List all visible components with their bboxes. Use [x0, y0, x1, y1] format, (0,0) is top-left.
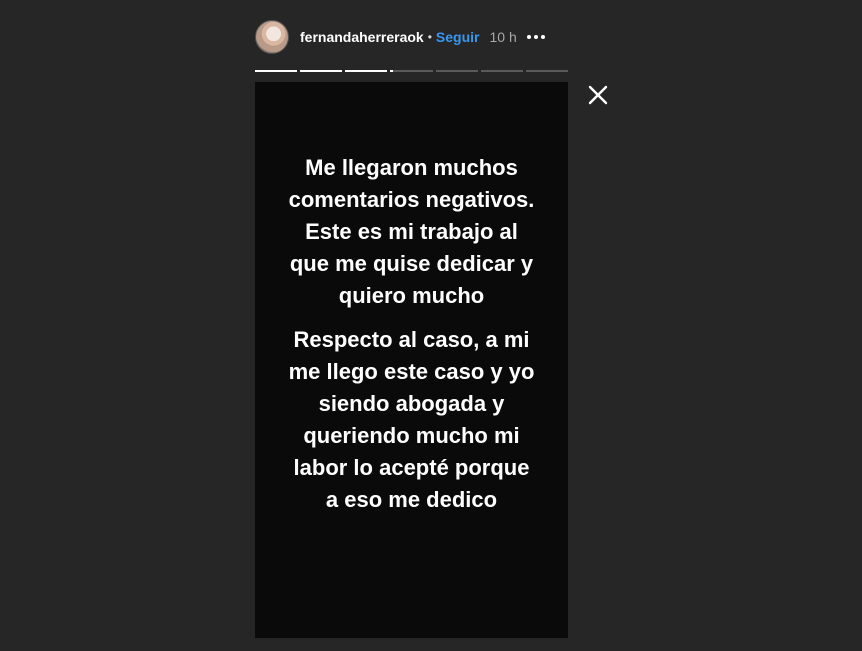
progress-segment: [255, 70, 298, 72]
more-dot: [526, 35, 531, 39]
progress-segment: [525, 70, 568, 72]
story-content[interactable]: Me llegaron muchos comentarios negativos…: [255, 82, 568, 638]
story-paragraph-1: Me llegaron muchos comentarios negativos…: [255, 152, 568, 312]
more-dot: [533, 35, 538, 39]
post-time: 10 h: [489, 29, 517, 45]
story-line: quiero mucho: [338, 283, 485, 308]
progress-segment-fill: [255, 70, 298, 72]
close-icon[interactable]: [587, 84, 609, 106]
separator-dot: •: [427, 30, 432, 44]
story-header: fernandaherreraok • Seguir 10 h: [255, 20, 575, 54]
progress-segment: [435, 70, 478, 72]
story-line: labor lo acepté porque: [293, 455, 530, 480]
username-link[interactable]: fernandaherreraok: [300, 29, 424, 45]
progress-segment: [390, 70, 433, 72]
follow-button[interactable]: Seguir: [436, 29, 480, 45]
progress-segment: [480, 70, 523, 72]
more-options-icon[interactable]: [526, 27, 545, 47]
progress-segment: [300, 70, 343, 72]
story-line: que me quise dedicar y: [289, 251, 534, 276]
story-progress-bar: [255, 70, 568, 72]
story-line: siendo abogada y: [318, 391, 505, 416]
progress-segment: [345, 70, 388, 72]
story-line: Respecto al caso, a mi: [293, 327, 530, 352]
progress-segment-fill: [345, 70, 388, 72]
story-line: a eso me dedico: [325, 487, 498, 512]
more-dot: [540, 35, 545, 39]
progress-segment-fill: [390, 70, 393, 72]
story-line: comentarios negativos.: [288, 187, 535, 212]
story-paragraph-2: Respecto al caso, a mi me llego este cas…: [255, 324, 568, 516]
progress-segment-fill: [300, 70, 343, 72]
avatar[interactable]: [255, 20, 289, 54]
story-line: me llego este caso y yo: [288, 359, 535, 384]
story-line: Me llegaron muchos: [305, 155, 518, 180]
story-line: queriendo mucho mi: [303, 423, 520, 448]
story-line: Este es mi trabajo al: [305, 219, 518, 244]
